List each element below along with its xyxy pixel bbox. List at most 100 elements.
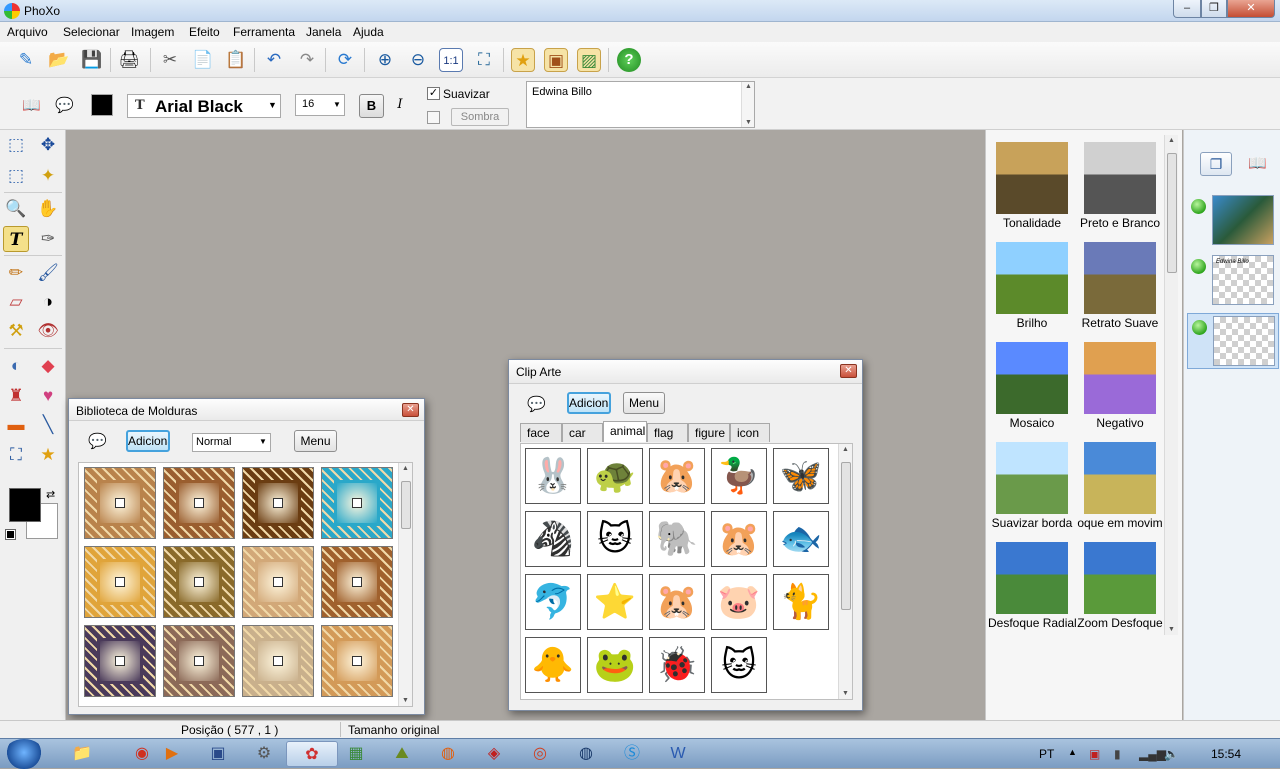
text-tool-icon[interactable]: T <box>3 226 29 252</box>
frame-item[interactable] <box>242 467 314 539</box>
effect-item[interactable]: Mosaico <box>988 342 1076 430</box>
tab-flag[interactable]: flag <box>647 423 688 442</box>
frame-item[interactable] <box>242 625 314 697</box>
tab-figure[interactable]: figure <box>688 423 730 442</box>
close-icon[interactable]: ✕ <box>840 364 857 378</box>
frame-item[interactable] <box>84 546 156 618</box>
clipart-item[interactable]: 🐘 <box>649 511 705 567</box>
contrast-icon[interactable]: ◑ <box>35 289 61 315</box>
tab-car[interactable]: car <box>562 423 603 442</box>
xara-icon[interactable]: ▣ <box>192 741 244 767</box>
tray-power-icon[interactable]: ▮ <box>1114 747 1121 761</box>
scroll-down-icon[interactable]: ▼ <box>1168 626 1175 633</box>
frame-item[interactable] <box>321 625 393 697</box>
menu-arquivo[interactable]: Arquivo <box>7 25 48 39</box>
effect-item[interactable]: Preto e Branco <box>1076 142 1164 230</box>
clipart-item[interactable]: 🐱 <box>711 637 767 693</box>
close-icon[interactable]: ✕ <box>402 403 419 417</box>
clock[interactable]: 15:54 <box>1211 747 1241 761</box>
clipart-item[interactable]: 🦋 <box>773 448 829 504</box>
clipart-item[interactable]: 🐹 <box>649 448 705 504</box>
clipart-item[interactable]: 🐢 <box>587 448 643 504</box>
scroll-thumb[interactable] <box>1167 153 1177 273</box>
crop-icon[interactable]: ⛶ <box>3 442 29 468</box>
clipart-icon[interactable]: ★ <box>511 48 535 72</box>
speech-bubble-icon[interactable]: 💬 <box>527 395 546 413</box>
tab-face[interactable]: face <box>520 423 562 442</box>
language-indicator[interactable]: PT <box>1039 747 1054 761</box>
redo-icon[interactable]: ↷ <box>295 48 319 72</box>
frame-item[interactable] <box>321 546 393 618</box>
actual-size-icon[interactable]: 1:1 <box>439 48 463 72</box>
effect-item[interactable]: Retrato Suave <box>1076 242 1164 330</box>
color-replace-icon[interactable]: ◆ <box>35 353 61 379</box>
effect-item[interactable]: Tonalidade <box>988 142 1076 230</box>
frame-icon[interactable]: ▣ <box>544 48 568 72</box>
minimize-button[interactable]: – <box>1173 0 1201 18</box>
font-size-select[interactable]: 16 ▼ <box>295 94 345 116</box>
frames-scrollbar[interactable]: ▲ ▼ <box>398 463 412 706</box>
network-icon[interactable]: ▂▄▆ <box>1139 747 1166 761</box>
tray-expand-icon[interactable]: ▲ <box>1068 747 1077 757</box>
frame-item[interactable] <box>163 546 235 618</box>
frames-dialog-titlebar[interactable]: Biblioteca de Molduras ✕ <box>69 399 424 421</box>
clipart-item[interactable]: 🐟 <box>773 511 829 567</box>
clipart-scrollbar[interactable]: ▲ ▼ <box>838 444 852 699</box>
layer-row-2[interactable]: Edwina Billo <box>1187 253 1279 309</box>
clipart-item[interactable]: 🐱 <box>587 511 643 567</box>
effect-item[interactable]: Brilho <box>988 242 1076 330</box>
clipart-item[interactable]: 🐸 <box>587 637 643 693</box>
menu-efeito[interactable]: Efeito <box>189 25 220 39</box>
visibility-icon[interactable] <box>1191 199 1206 214</box>
scan-icon[interactable]: 🖨 <box>117 48 141 72</box>
map-icon[interactable]: ⛰ <box>376 741 428 767</box>
lasso-select-icon[interactable]: ⬚ <box>3 163 29 189</box>
effects-scrollbar[interactable]: ▲ ▼ <box>1164 135 1178 635</box>
tab-animal[interactable]: animal <box>603 421 647 442</box>
line-icon[interactable]: ╲ <box>35 412 61 438</box>
clipart-item[interactable]: 🐹 <box>711 511 767 567</box>
italic-button[interactable]: I <box>390 94 410 118</box>
zoom-icon[interactable]: 🔍 <box>3 196 29 222</box>
default-colors-icon[interactable] <box>5 529 16 540</box>
tray-security-icon[interactable]: ▣ <box>1089 747 1100 761</box>
visibility-icon[interactable] <box>1192 320 1207 335</box>
scroll-up-icon[interactable]: ▲ <box>402 465 409 472</box>
move-icon[interactable]: ✥ <box>35 132 61 158</box>
close-window-button[interactable]: ✕ <box>1227 0 1275 18</box>
scroll-down-icon[interactable]: ▼ <box>402 697 409 704</box>
cut-icon[interactable]: ✂ <box>158 48 182 72</box>
effect-item[interactable]: Suavizar borda <box>988 442 1076 530</box>
effect-item[interactable]: oque em movim <box>1076 442 1164 530</box>
scroll-up-icon[interactable]: ▲ <box>842 446 849 453</box>
menu-selecionar[interactable]: Selecionar <box>63 25 120 39</box>
clipart-item[interactable]: ⭐ <box>587 574 643 630</box>
clipart-item[interactable]: 🐞 <box>649 637 705 693</box>
clipart-item[interactable]: 🐥 <box>525 637 581 693</box>
skype-icon[interactable]: Ⓢ <box>606 741 658 767</box>
rotate-icon[interactable]: ⟳ <box>333 48 357 72</box>
smooth-checkbox[interactable]: ✓ <box>427 87 440 100</box>
gradient-icon[interactable]: ▬ <box>3 412 29 438</box>
speech-bubble-icon[interactable]: 💬 <box>88 432 107 450</box>
clipart-item[interactable]: 🐈 <box>773 574 829 630</box>
pencil-icon[interactable]: ✏ <box>3 260 29 286</box>
clipart-item[interactable]: 🐹 <box>649 574 705 630</box>
stamp-icon[interactable]: ♜ <box>3 383 29 409</box>
frame-item[interactable] <box>84 625 156 697</box>
font-select[interactable]: T Arial Black ▼ <box>127 94 281 118</box>
scroll-thumb[interactable] <box>401 481 411 529</box>
zoom-out-icon[interactable]: ⊖ <box>406 48 430 72</box>
word-icon[interactable]: W <box>652 741 704 767</box>
clipart-item[interactable]: 🐷 <box>711 574 767 630</box>
add-clipart-button[interactable]: Adicionar <box>567 392 611 414</box>
star-shape-icon[interactable]: ★ <box>35 442 61 468</box>
firefox-icon[interactable]: ◍ <box>422 741 474 767</box>
menu-imagem[interactable]: Imagem <box>131 25 174 39</box>
clipart-dialog-titlebar[interactable]: Clip Arte ✕ <box>509 360 862 384</box>
book-icon[interactable]: 📖 <box>1248 154 1267 172</box>
restore-button[interactable]: ❐ <box>1201 0 1227 18</box>
scroll-down-icon[interactable]: ▼ <box>745 119 752 126</box>
frame-item[interactable] <box>321 467 393 539</box>
copy-icon[interactable]: 📄 <box>191 48 215 72</box>
